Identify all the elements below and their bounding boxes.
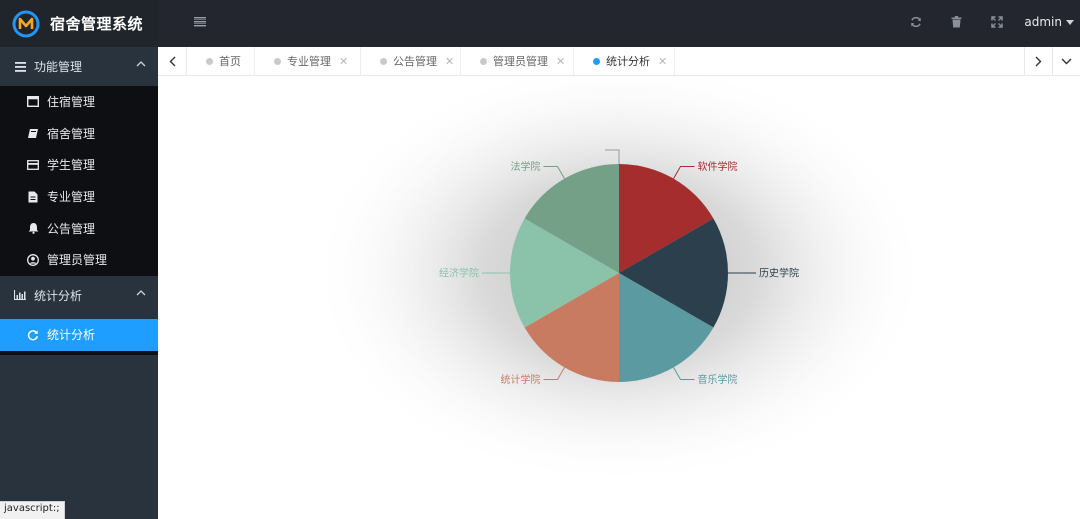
- top-header: admin: [158, 0, 1080, 47]
- sidebar-item-label: 学生管理: [47, 158, 96, 173]
- refresh-icon[interactable]: [910, 16, 922, 28]
- sidebar-item-label: 管理员管理: [47, 253, 108, 268]
- sidebar-item-lodging[interactable]: 住宿管理: [0, 86, 158, 118]
- tab-dot: [206, 57, 213, 65]
- tab-scroll-left-button[interactable]: [158, 47, 187, 75]
- trash-icon[interactable]: [951, 16, 962, 28]
- bell-icon: [27, 222, 39, 235]
- pie-label: 历史学院: [759, 267, 799, 280]
- tab-label: 统计分析: [606, 55, 650, 68]
- fullscreen-icon[interactable]: [991, 16, 1003, 28]
- file-icon: [27, 191, 39, 203]
- menu-group-function[interactable]: 功能管理: [0, 47, 158, 86]
- book-icon: [27, 127, 39, 139]
- pie-label: 经济学院: [439, 267, 479, 280]
- chevron-up-icon: [136, 61, 146, 67]
- tab-admin[interactable]: 管理员管理 ✕: [461, 47, 574, 75]
- refresh-icon: [27, 329, 39, 341]
- caret-down-icon[interactable]: [1066, 20, 1074, 25]
- card-icon: [27, 159, 39, 171]
- sidebar-item-statistics[interactable]: 统计分析: [0, 318, 158, 351]
- tab-bar: 首页 专业管理 ✕ 公告管理 ✕ 管理员管理 ✕ 统计分析 ✕: [158, 47, 1080, 76]
- sidebar-item-label: 统计分析: [47, 328, 96, 343]
- sidebar-item-notice[interactable]: 公告管理: [0, 212, 158, 244]
- tab-label: 公告管理: [393, 55, 437, 68]
- tab-dot: [480, 57, 487, 65]
- pie-chart: 软件学院历史学院音乐学院 统计学院 经济学院 法学院: [309, 76, 929, 487]
- tab-home[interactable]: 首页: [187, 47, 255, 75]
- close-icon[interactable]: ✕: [556, 55, 565, 68]
- logo[interactable]: 宿舍管理系统: [0, 0, 158, 47]
- tab-dot: [274, 57, 281, 65]
- sidebar-item-label: 住宿管理: [47, 95, 96, 110]
- chevron-left-icon: [169, 56, 175, 66]
- chevron-right-icon: [1035, 56, 1042, 66]
- tab-label: 首页: [219, 55, 241, 68]
- close-icon[interactable]: ✕: [339, 55, 348, 68]
- close-icon[interactable]: ✕: [658, 55, 667, 68]
- logo-icon: [12, 10, 40, 37]
- menu-group-statistics[interactable]: 统计分析: [0, 275, 158, 315]
- chevron-up-icon: [136, 289, 146, 296]
- tab-statistics[interactable]: 统计分析 ✕: [574, 47, 675, 75]
- close-icon[interactable]: ✕: [445, 55, 454, 68]
- sidebar-item-label: 公告管理: [47, 221, 96, 236]
- pie-label: 法学院: [511, 160, 541, 173]
- sidebar-item-label: 专业管理: [47, 190, 96, 205]
- main-content: 软件学院历史学院音乐学院 统计学院 经济学院 法学院: [158, 76, 1080, 519]
- sidebar: 宿舍管理系统 功能管理 住宿管理 宿舍管理 学生管理 专业管理 公告管理 管理员…: [0, 0, 158, 519]
- user-circle-icon: [27, 253, 39, 266]
- tab-notice[interactable]: 公告管理 ✕: [361, 47, 461, 75]
- user-menu[interactable]: admin: [1024, 15, 1062, 29]
- menu-group-label: 功能管理: [34, 60, 83, 74]
- sidebar-item-student[interactable]: 学生管理: [0, 149, 158, 181]
- menu-toggle-icon[interactable]: [194, 17, 206, 27]
- sidebar-item-label: 宿舍管理: [47, 126, 96, 141]
- pie-label: 音乐学院: [698, 373, 738, 386]
- submenu-statistics: 统计分析: [0, 318, 158, 355]
- chevron-down-icon: [1061, 58, 1072, 64]
- bar-chart-icon: [14, 290, 26, 301]
- submenu-function: 住宿管理 宿舍管理 学生管理 专业管理 公告管理 管理员管理: [0, 86, 158, 276]
- sidebar-item-admin[interactable]: 管理员管理: [0, 244, 158, 276]
- app-title: 宿舍管理系统: [50, 15, 144, 33]
- tab-label: 管理员管理: [493, 55, 548, 68]
- sidebar-item-dorm[interactable]: 宿舍管理: [0, 118, 158, 150]
- pie-label: 统计学院: [501, 373, 541, 386]
- menu-group-label: 统计分析: [34, 288, 83, 303]
- tab-menu-button[interactable]: [1052, 47, 1080, 75]
- tab-scroll-right-button[interactable]: [1024, 47, 1053, 75]
- tab-dot: [593, 57, 600, 65]
- tab-label: 专业管理: [287, 55, 331, 68]
- tab-major[interactable]: 专业管理 ✕: [255, 47, 361, 75]
- window-icon: [27, 96, 39, 108]
- sidebar-item-major[interactable]: 专业管理: [0, 181, 158, 213]
- menu-lines-icon: [14, 61, 26, 72]
- tab-dot: [380, 57, 387, 65]
- status-bar: javascript:;: [0, 501, 65, 519]
- pie-label: 软件学院: [698, 160, 738, 173]
